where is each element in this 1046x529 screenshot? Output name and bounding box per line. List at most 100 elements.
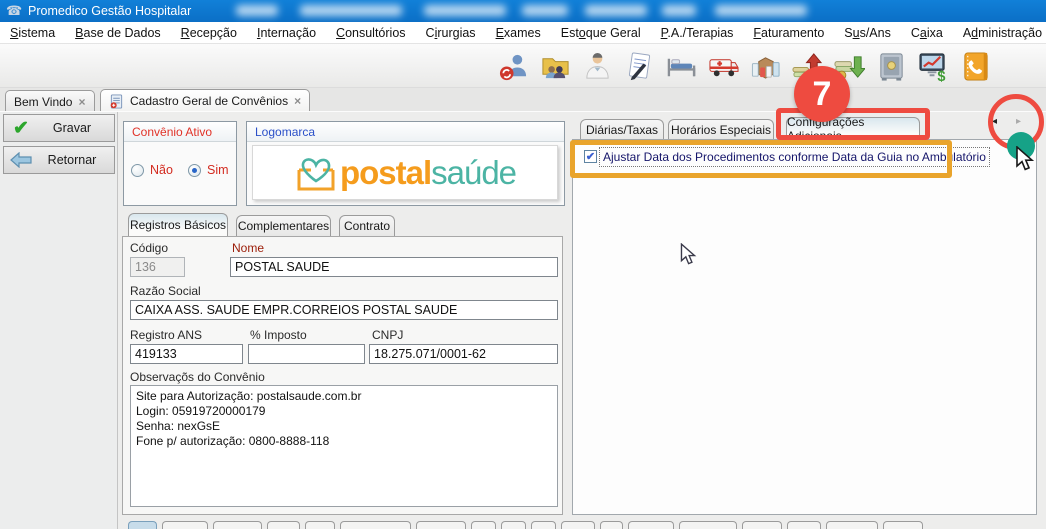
envelope-heart-icon: [294, 153, 338, 193]
cnpj-field[interactable]: 18.275.071/0001-62: [369, 344, 558, 364]
convenio-ativo-title: Convênio Ativo: [124, 122, 236, 142]
bottom-tab-stub[interactable]: [883, 521, 923, 529]
bottom-tab-strip: [128, 521, 923, 529]
tab-scroll-right-icon[interactable]: ▸: [1016, 116, 1021, 127]
tab-label: Complementares: [238, 219, 329, 233]
tab-label: Cadastro Geral de Convênios: [130, 94, 288, 108]
revenue-up-icon[interactable]: [791, 49, 824, 83]
hospital-bed-icon[interactable]: [665, 49, 698, 83]
return-button-label: Retornar: [38, 153, 114, 167]
observacoes-label: Observaçõs do Convênio: [130, 370, 265, 384]
ambulance-icon[interactable]: [707, 49, 740, 83]
ajustar-data-checkbox-label[interactable]: Ajustar Data dos Procedimentos conforme …: [599, 147, 990, 167]
bottom-tab-stub[interactable]: [787, 521, 821, 529]
radio-icon-selected[interactable]: [188, 164, 201, 177]
document-badge-icon: [109, 94, 124, 109]
brand-saude: saúde: [431, 154, 516, 191]
nome-label: Nome: [232, 241, 264, 255]
close-icon[interactable]: ×: [294, 94, 301, 108]
tab-registros-basicos[interactable]: Registros Básicos: [128, 213, 228, 236]
toolbar: $: [0, 44, 1046, 88]
revenue-down-icon[interactable]: [833, 49, 866, 83]
radio-icon[interactable]: [131, 164, 144, 177]
menu-item-p-a-terapias[interactable]: P.A./Terapias: [651, 26, 744, 40]
tab-configuracoes-adicionais[interactable]: Configurações Adicionais: [786, 117, 920, 140]
logo-image: postalsaúde: [252, 145, 558, 200]
codigo-label: Código: [130, 241, 168, 255]
radio-sim[interactable]: Sim: [188, 163, 229, 177]
observacoes-field[interactable]: Site para Autorização: postalsaude.com.b…: [130, 385, 558, 507]
bottom-tab-stub[interactable]: [561, 521, 595, 529]
tab-bem-vindo[interactable]: Bem Vindo ×: [5, 90, 95, 112]
tab-scroll-left-icon[interactable]: ◂: [992, 116, 997, 127]
phone-directory-icon[interactable]: [959, 49, 992, 83]
nome-field[interactable]: POSTAL SAUDE: [230, 257, 558, 277]
doctor-icon[interactable]: [581, 49, 614, 83]
bottom-tab-stub[interactable]: [267, 521, 300, 529]
menu-item-base-de-dados[interactable]: Base de Dados: [65, 26, 170, 40]
redacted-title-text: [300, 5, 402, 16]
return-button[interactable]: Retornar: [3, 146, 115, 174]
window-tab-strip: Bem Vindo × Cadastro Geral de Convênios …: [0, 88, 1046, 112]
close-icon[interactable]: ×: [78, 95, 85, 109]
menu-item-sus-ans[interactable]: Sus/Ans: [834, 26, 901, 40]
menu-item-estoque-geral[interactable]: Estoque Geral: [551, 26, 651, 40]
redacted-title-text: [715, 5, 807, 16]
menu-item-faturamento[interactable]: Faturamento: [743, 26, 834, 40]
promedico-window: ☎ Promedico Gestão Hospitalar SistemaBas…: [0, 0, 1046, 529]
tab-label: Registros Básicos: [130, 218, 226, 232]
radio-nao-label: Não: [150, 163, 173, 177]
tab-diarias-taxas[interactable]: Diárias/Taxas: [580, 119, 664, 140]
cnpj-label: CNPJ: [372, 328, 403, 342]
finance-chart-icon[interactable]: $: [917, 49, 950, 83]
bottom-tab-stub[interactable]: [416, 521, 466, 529]
save-button[interactable]: ✔ Gravar: [3, 114, 115, 142]
save-button-label: Gravar: [38, 121, 114, 135]
patients-folder-icon[interactable]: [539, 49, 572, 83]
bottom-tab-stub[interactable]: [162, 521, 208, 529]
redacted-title-text: [424, 5, 506, 16]
redacted-title-text: [662, 5, 696, 16]
bottom-tab-stub[interactable]: [826, 521, 878, 529]
sync-user-icon[interactable]: [497, 49, 530, 83]
bottom-tab-stub[interactable]: [531, 521, 556, 529]
bottom-tab-stub[interactable]: [471, 521, 496, 529]
tab-label: Horários Especiais: [671, 123, 771, 137]
tab-label: Bem Vindo: [14, 95, 72, 109]
tab-complementares[interactable]: Complementares: [236, 215, 331, 236]
pharmacy-icon[interactable]: [749, 49, 782, 83]
bottom-tab-stub[interactable]: [340, 521, 411, 529]
bottom-tab-stub[interactable]: [501, 521, 526, 529]
menu-item-interna-o[interactable]: Internação: [247, 26, 326, 40]
bottom-tab-stub[interactable]: [600, 521, 623, 529]
redacted-title-text: [236, 5, 278, 16]
bottom-tab-stub[interactable]: [128, 521, 157, 529]
logomarca-title: Logomarca: [247, 122, 564, 142]
menu-bar: SistemaBase de DadosRecepçãoInternaçãoCo…: [0, 22, 1046, 44]
razao-social-field[interactable]: CAIXA ASS. SAUDE EMPR.CORREIOS POSTAL SA…: [130, 300, 558, 320]
registro-ans-field[interactable]: 419133: [130, 344, 243, 364]
bottom-tab-stub[interactable]: [679, 521, 737, 529]
bottom-tab-stub[interactable]: [742, 521, 782, 529]
safe-icon[interactable]: [875, 49, 908, 83]
bottom-tab-stub[interactable]: [305, 521, 335, 529]
brand-postal: postal: [340, 154, 431, 191]
menu-item-consult-rios[interactable]: Consultórios: [326, 26, 415, 40]
imposto-field[interactable]: [248, 344, 365, 364]
tab-label: Contrato: [344, 219, 390, 233]
menu-item-exames[interactable]: Exames: [486, 26, 551, 40]
action-sidebar: ✔ Gravar Retornar: [0, 112, 118, 529]
ajustar-data-checkbox[interactable]: ✔: [584, 150, 597, 163]
menu-item-caixa[interactable]: Caixa: [901, 26, 953, 40]
tab-horarios-especiais[interactable]: Horários Especiais: [668, 119, 774, 140]
tab-contrato[interactable]: Contrato: [339, 215, 395, 236]
menu-item-administra-o[interactable]: Administração: [953, 26, 1046, 40]
menu-item-cirurgias[interactable]: Cirurgias: [416, 26, 486, 40]
contract-icon[interactable]: [623, 49, 656, 83]
menu-item-recep-o[interactable]: Recepção: [171, 26, 247, 40]
radio-nao[interactable]: Não: [131, 163, 173, 177]
bottom-tab-stub[interactable]: [213, 521, 262, 529]
menu-item-sistema[interactable]: Sistema: [0, 26, 65, 40]
bottom-tab-stub[interactable]: [628, 521, 674, 529]
tab-cadastro-geral-convenios[interactable]: Cadastro Geral de Convênios ×: [100, 89, 310, 112]
